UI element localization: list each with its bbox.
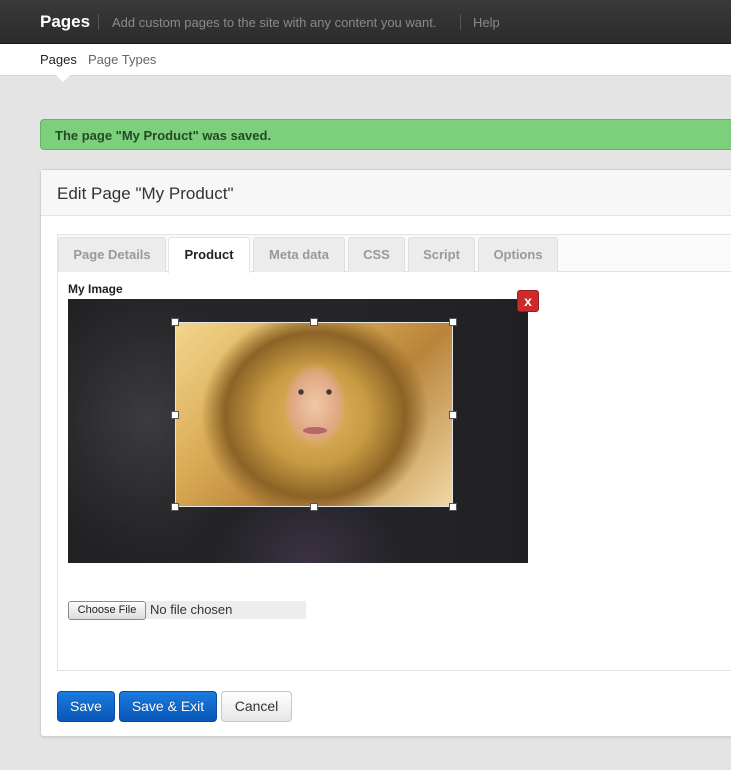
help-link[interactable]: Help: [473, 15, 500, 30]
image-field-label: My Image: [68, 282, 123, 296]
cancel-button[interactable]: Cancel: [221, 691, 292, 722]
crop-handle-nw[interactable]: [171, 318, 179, 326]
crop-handle-sw[interactable]: [171, 503, 179, 511]
active-pointer: [56, 75, 70, 82]
tab-script[interactable]: Script: [408, 237, 475, 272]
crop-selection[interactable]: [175, 322, 453, 507]
save-button[interactable]: Save: [57, 691, 115, 722]
choose-file-button[interactable]: Choose File: [68, 601, 146, 620]
app-title[interactable]: Pages: [40, 12, 90, 32]
app-description: Add custom pages to the site with any co…: [112, 15, 437, 30]
success-alert: The page "My Product" was saved.: [40, 119, 731, 150]
image-detail: [293, 389, 337, 395]
edit-page-panel: Edit Page "My Product" Page Details Prod…: [40, 169, 731, 737]
save-exit-button[interactable]: Save & Exit: [119, 691, 217, 722]
crop-handle-w[interactable]: [171, 411, 179, 419]
divider: [460, 14, 461, 30]
image-crop-area[interactable]: [68, 299, 528, 563]
panel-title: Edit Page "My Product": [57, 184, 234, 203]
tab-product[interactable]: Product: [168, 237, 250, 273]
panel-header: Edit Page "My Product": [41, 170, 731, 216]
crop-handle-se[interactable]: [449, 503, 457, 511]
tab-content-area: Page Details Product Meta data CSS Scrip…: [57, 234, 731, 671]
tab-bar: Page Details Product Meta data CSS Scrip…: [58, 235, 731, 273]
divider: [98, 14, 99, 30]
crop-handle-e[interactable]: [449, 411, 457, 419]
tab-page-details[interactable]: Page Details: [58, 237, 166, 272]
crop-handle-ne[interactable]: [449, 318, 457, 326]
remove-image-button[interactable]: x: [517, 290, 539, 312]
tab-options[interactable]: Options: [478, 237, 558, 272]
crop-handle-n[interactable]: [310, 318, 318, 326]
crop-handle-s[interactable]: [310, 503, 318, 511]
tab-css[interactable]: CSS: [348, 237, 405, 272]
sub-navigation: Pages Page Types: [0, 44, 731, 82]
alert-message: The page "My Product" was saved.: [55, 128, 272, 143]
subnav-item-pages[interactable]: Pages: [40, 52, 77, 67]
file-status: No file chosen: [146, 601, 306, 619]
image-detail: [303, 427, 327, 434]
tab-meta-data[interactable]: Meta data: [253, 237, 345, 272]
top-bar: Pages Add custom pages to the site with …: [0, 0, 731, 44]
subnav-item-page-types[interactable]: Page Types: [88, 52, 156, 67]
